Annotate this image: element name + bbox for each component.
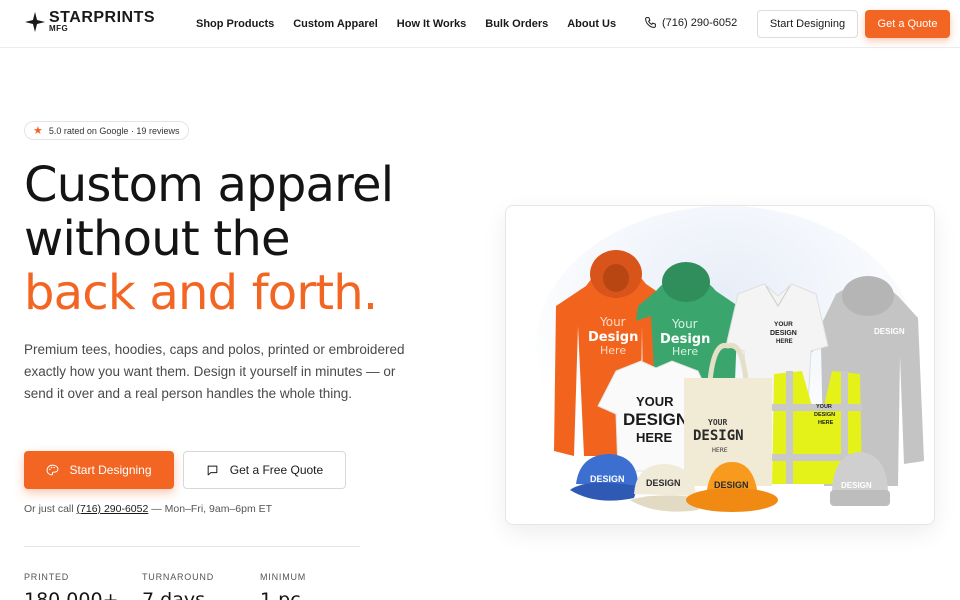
call-line: Or just call (716) 290-6052 — Mon–Fri, 9…	[24, 503, 272, 515]
brand-sub: MFG	[49, 24, 69, 33]
start-designing-label: Start Designing	[69, 463, 152, 477]
call-hours: — Mon–Fri, 9am–6pm ET	[151, 503, 273, 515]
header-phone-number: (716) 290-6052	[662, 16, 738, 29]
stat-value: 180,000+	[24, 589, 119, 600]
star-icon: ★	[33, 125, 43, 137]
mockup-text: HERE	[712, 446, 728, 454]
stat-value: 7 days	[142, 589, 205, 600]
nav-custom-apparel[interactable]: Custom Apparel	[293, 18, 378, 30]
rating-text: 5.0 rated on Google · 19 reviews	[48, 125, 180, 136]
stat-label: PRINTED	[24, 572, 70, 582]
get-free-quote-label: Get a Free Quote	[229, 463, 324, 477]
stats-divider	[24, 546, 360, 547]
get-free-quote-button[interactable]: Get a Free Quote	[183, 451, 346, 489]
mockup-text: DESIGN	[693, 428, 744, 444]
call-prefix: Or just call	[24, 503, 74, 515]
stat-value: 1 pc	[260, 589, 301, 600]
phone-icon	[645, 17, 656, 28]
mockup-text: Your	[671, 317, 698, 331]
stat-label: TURNAROUND	[142, 572, 214, 582]
mockup-text: Your	[599, 315, 626, 329]
palette-icon	[47, 464, 59, 475]
mockup-text: DESIGN	[874, 327, 905, 336]
mockup-text: Here	[672, 345, 698, 358]
stat-label: MINIMUM	[260, 572, 307, 582]
hero-description: Premium tees, hoodies, caps and polos, p…	[24, 342, 405, 401]
header-get-quote-button[interactable]: Get a Quote	[865, 10, 950, 38]
mockup-text: DESIGN	[646, 478, 681, 488]
header-start-designing-button[interactable]: Start Designing	[757, 10, 858, 38]
rating-badge[interactable]: ★ 5.0 rated on Google · 19 reviews	[24, 121, 190, 140]
brand-wordmark: STARPRINTS MFG	[49, 10, 155, 33]
stat-printed: PRINTED 180,000+	[24, 572, 119, 600]
nav-about-us[interactable]: About Us	[567, 18, 616, 30]
nav-bulk-orders[interactable]: Bulk Orders	[485, 18, 548, 30]
mockup-text: DESIGN	[714, 480, 749, 490]
mockup-text: HERE	[636, 430, 672, 445]
mockup-text: DESIGN	[770, 330, 797, 337]
headline-line-1: Custom apparel	[24, 157, 394, 213]
mockup-text: DESIGN	[841, 481, 872, 490]
start-designing-button[interactable]: Start Designing	[24, 451, 174, 489]
mockup-text: HERE	[818, 420, 834, 426]
headline-line-2: without the	[24, 211, 290, 267]
message-icon	[207, 465, 218, 475]
mockup-text: YOUR	[774, 321, 793, 328]
stat-turnaround: TURNAROUND 7 days	[142, 572, 214, 600]
mockup-text: Design	[588, 330, 638, 345]
mockup-text: DESIGN	[590, 474, 625, 484]
apparel-collage-image: DESIGN Your Design Here Your Design Here…	[536, 206, 924, 512]
blue-cap: DESIGN	[570, 454, 638, 501]
brand-logo[interactable]: STARPRINTS MFG	[24, 10, 155, 33]
headline-accent: back and forth.	[24, 265, 378, 321]
call-phone-link[interactable]: (716) 290-6052	[77, 503, 149, 515]
mockup-text: YOUR	[636, 394, 674, 409]
stat-minimum: MINIMUM 1 pc	[260, 572, 306, 600]
header-phone-link[interactable]: (716) 290-6052	[644, 16, 737, 29]
mockup-text: YOUR	[816, 404, 832, 410]
mockup-text: Here	[600, 344, 626, 357]
main-nav: Shop Products Custom Apparel How It Work…	[196, 0, 616, 48]
hero-headline: Custom apparel without the back and fort…	[24, 158, 444, 320]
product-showcase-card: DESIGN Your Design Here Your Design Here…	[505, 205, 935, 525]
mockup-text: YOUR	[708, 418, 727, 427]
mockup-text: DESIGN	[623, 410, 688, 429]
site-header: STARPRINTS MFG Shop Products Custom Appa…	[0, 0, 960, 48]
mockup-text: HERE	[776, 339, 793, 345]
nav-how-it-works[interactable]: How It Works	[397, 18, 466, 30]
nav-shop-products[interactable]: Shop Products	[196, 18, 274, 30]
sparkle-star-icon	[24, 11, 46, 32]
mockup-text: DESIGN	[814, 412, 835, 418]
